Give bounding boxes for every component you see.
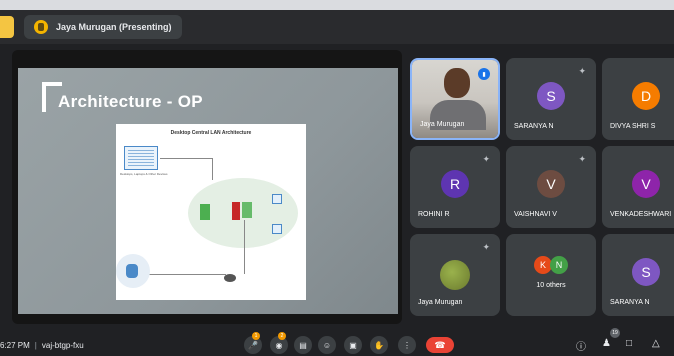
participant-face bbox=[444, 68, 470, 98]
captions-button[interactable]: ▤ bbox=[294, 336, 312, 354]
firewall-icon bbox=[232, 202, 240, 220]
raise-hand-button[interactable]: ✋ bbox=[370, 336, 388, 354]
mic-off-icon: ✦ bbox=[578, 66, 586, 76]
people-count-badge: 19 bbox=[610, 328, 620, 338]
info-icon[interactable]: ⓘ bbox=[576, 338, 586, 353]
participant-tile[interactable]: ✦ R ROHINI R bbox=[410, 146, 500, 228]
side-panel-chip[interactable] bbox=[0, 16, 14, 38]
slide: Architecture - OP Desktop Central LAN Ar… bbox=[18, 68, 398, 314]
diagram-title: Desktop Central LAN Architecture bbox=[170, 130, 252, 136]
window-top-strip bbox=[0, 0, 674, 10]
participant-tile[interactable]: ▮ Jaya Murugan bbox=[410, 58, 500, 140]
slide-title: Architecture - OP bbox=[58, 92, 203, 111]
others-count: 10 others bbox=[536, 282, 566, 289]
participant-tile[interactable]: ✦ S SARANYA N bbox=[506, 58, 596, 140]
client-caption: Desktops, Laptops & Other Devices bbox=[120, 172, 168, 176]
meeting-stage: Architecture - OP Desktop Central LAN Ar… bbox=[0, 44, 674, 334]
presentation-icon bbox=[34, 20, 48, 34]
avatar: S bbox=[537, 82, 565, 110]
participant-name: DIVYA SHRI S bbox=[610, 123, 656, 130]
participant-name: Jaya Murugan bbox=[420, 121, 465, 128]
participant-name: Jaya Murugan bbox=[418, 299, 463, 306]
participant-name: VENKADESHWARI bbox=[610, 211, 672, 218]
participant-name: SARANYA N bbox=[610, 299, 650, 306]
participant-tile[interactable]: ✦ Jaya Murugan bbox=[410, 234, 500, 316]
avatar: R bbox=[441, 170, 469, 198]
mic-off-icon: ✦ bbox=[482, 154, 490, 164]
speaking-indicator-icon: ▮ bbox=[478, 68, 490, 80]
top-bar: Jaya Murugan (Presenting) bbox=[0, 10, 674, 44]
notification-badge: 2 bbox=[278, 332, 286, 340]
presenting-label: Jaya Murugan (Presenting) bbox=[56, 22, 172, 32]
architecture-diagram: Desktop Central LAN Architecture Desktop… bbox=[116, 124, 306, 300]
avatar: V bbox=[537, 170, 565, 198]
database-icon bbox=[126, 264, 138, 278]
avatar: D bbox=[632, 82, 660, 110]
emoji-button[interactable]: ☺ bbox=[318, 336, 336, 354]
more-options-button[interactable]: ⋮ bbox=[398, 336, 416, 354]
router-icon bbox=[224, 274, 236, 282]
mic-off-icon: ✦ bbox=[578, 154, 586, 164]
client-devices-box bbox=[124, 146, 158, 170]
participant-tile[interactable]: S SARANYA N bbox=[602, 234, 674, 316]
end-call-button[interactable]: ☎ bbox=[426, 337, 454, 353]
presenting-chip[interactable]: Jaya Murugan (Presenting) bbox=[24, 15, 182, 39]
participant-photo bbox=[440, 260, 470, 290]
chat-icon[interactable]: □ bbox=[626, 338, 632, 349]
people-icon[interactable]: ♟ bbox=[602, 338, 611, 349]
activities-icon[interactable]: △ bbox=[652, 338, 660, 349]
switch-icon bbox=[272, 194, 282, 204]
server-icon bbox=[200, 204, 210, 220]
participant-tile[interactable]: ✦ V VAISHNAVI V bbox=[506, 146, 596, 228]
avatar: S bbox=[632, 258, 660, 286]
participant-name: SARANYA N bbox=[514, 123, 554, 130]
server-icon bbox=[242, 202, 252, 218]
presentation-panel[interactable]: Architecture - OP Desktop Central LAN Ar… bbox=[12, 50, 402, 324]
meeting-code: vaj-btgp-fxu bbox=[41, 340, 84, 350]
switch-icon bbox=[272, 224, 282, 234]
separator: | bbox=[34, 340, 37, 350]
participant-tile[interactable]: D DIVYA SHRI S bbox=[602, 58, 674, 140]
bottom-bar: 6:27 PM | vaj-btgp-fxu bbox=[0, 334, 674, 356]
notification-badge: 1 bbox=[252, 332, 260, 340]
participant-tile[interactable]: V VENKADESHWARI bbox=[602, 146, 674, 228]
present-button[interactable]: ▣ bbox=[344, 336, 362, 354]
avatar: N bbox=[550, 256, 568, 274]
others-tile[interactable]: K N 10 others bbox=[506, 234, 596, 316]
avatar: V bbox=[632, 170, 660, 198]
participant-name: VAISHNAVI V bbox=[514, 211, 557, 218]
participant-name: ROHINI R bbox=[418, 211, 450, 218]
meeting-time: 6:27 PM bbox=[0, 340, 30, 350]
mic-off-icon: ✦ bbox=[482, 242, 490, 252]
